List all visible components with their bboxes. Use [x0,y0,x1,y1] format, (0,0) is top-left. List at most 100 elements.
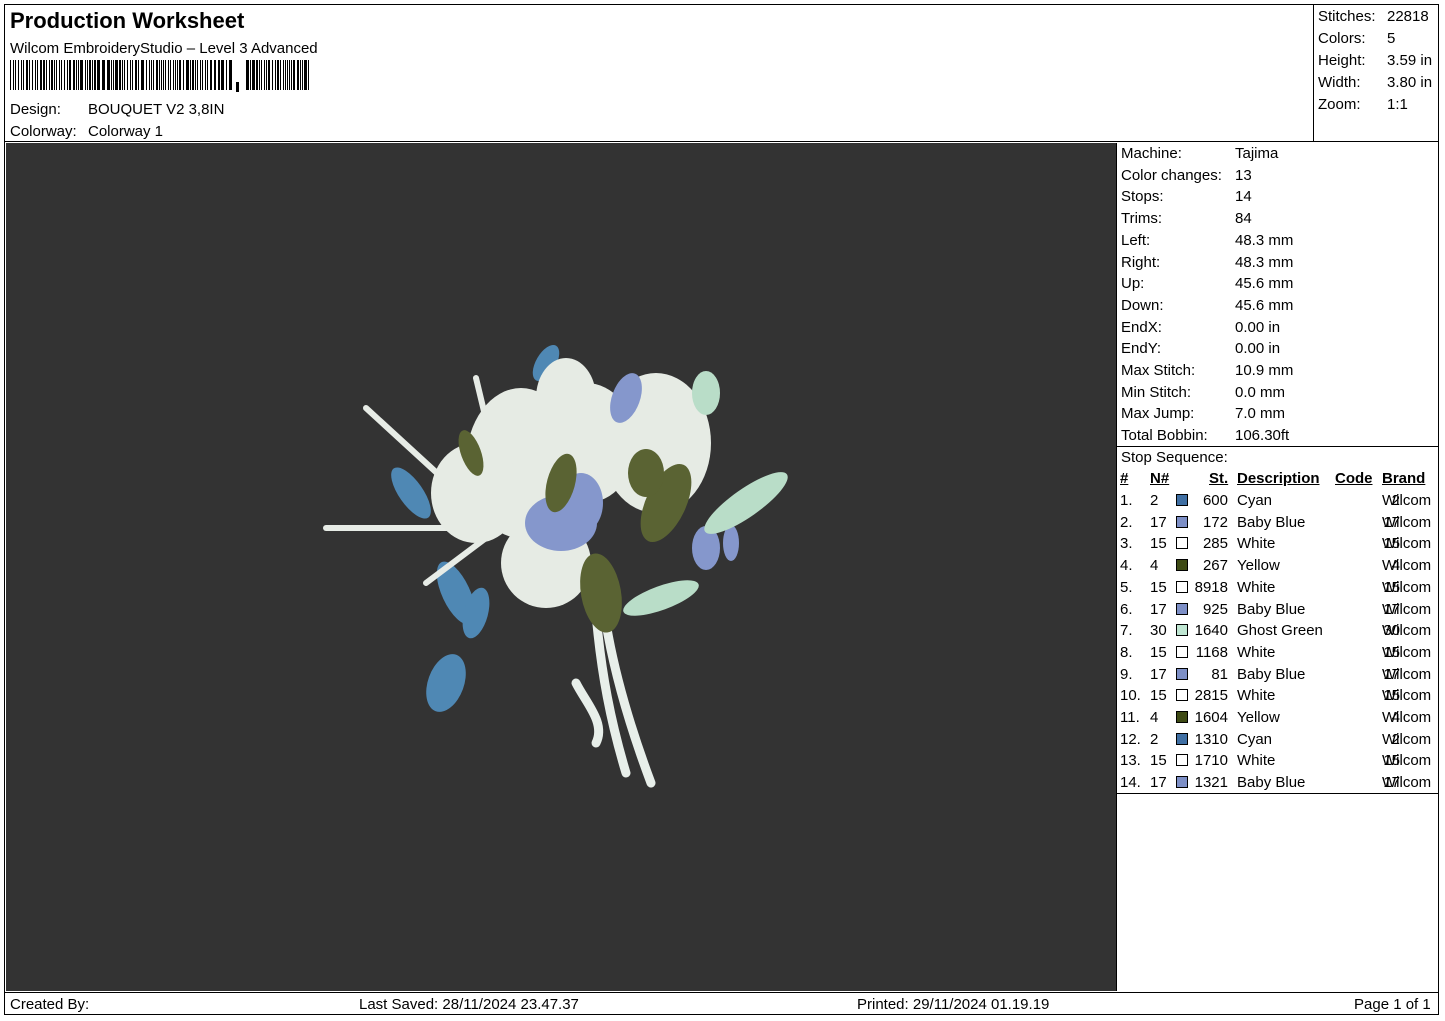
stat-label: Stitches: [1318,8,1376,25]
stop-index: 9. [1120,665,1133,683]
machine-info-row: Down: 45.6 mm [1121,297,1293,314]
machine-info-value: 48.3 mm [1235,231,1294,249]
table-row: 5. 15 8918 White 15 Wilcom [1116,579,1439,601]
table-row: 8. 15 1168 White 15 Wilcom [1116,644,1439,666]
thread-brand: Wilcom [1382,578,1432,596]
machine-info-value: 0.00 in [1235,318,1281,336]
machine-info-row: EndX: 0.00 in [1121,319,1280,336]
color-swatch [1176,494,1188,506]
machine-info-row: Trims: 84 [1121,210,1252,227]
machine-info-value: 14 [1235,188,1252,206]
stitch-count: 1310 [1194,730,1228,748]
stat-row: Zoom: 1:1 [1318,96,1408,113]
stat-label: Zoom: [1318,96,1361,113]
table-row: 11. 4 1604 Yellow 4 Wilcom [1116,709,1439,731]
machine-info-label: EndX: [1121,318,1162,336]
thread-brand: Wilcom [1382,665,1432,683]
machine-info-value: 106.30ft [1235,427,1290,445]
machine-info-label: Total Bobbin: [1121,427,1208,445]
machine-info-value: 45.6 mm [1235,296,1294,314]
stop-index: 6. [1120,600,1133,618]
machine-info-label: Stops: [1121,188,1164,206]
thread-description: Baby Blue [1237,665,1306,683]
header-divider [4,141,1439,142]
thread-description: Baby Blue [1237,600,1306,618]
machine-info-label: Max Stitch: [1121,362,1196,379]
stop-index: 14. [1120,774,1141,792]
machine-info-row: Color changes: 13 [1121,167,1252,184]
stitch-count: 1168 [1195,643,1228,661]
thread-description: Yellow [1237,709,1280,726]
page-title: Production Worksheet [10,8,245,33]
thread-description: Yellow [1237,557,1280,575]
stat-label: Colors: [1318,30,1366,47]
design-preview-canvas[interactable] [6,143,1116,991]
machine-info-row: Up: 45.6 mm [1121,275,1293,292]
color-swatch [1176,580,1188,593]
machine-info-row: Max Jump: 7.0 mm [1121,405,1285,422]
stat-row: Colors: 5 [1318,30,1395,47]
machine-info-label: EndY: [1121,340,1162,358]
thread-brand: Wilcom [1382,730,1432,748]
stop-index: 5. [1120,578,1133,596]
stop-sequence-title: Stop Sequence: [1121,449,1228,466]
last-saved: Last Saved: 28/11/2024 23.47.37 [359,996,579,1013]
machine-info-label: Color changes: [1121,166,1222,184]
table-row: 6. 17 925 Baby Blue 17 Wilcom [1116,601,1439,623]
machine-info-label: Left: [1121,231,1151,249]
stop-index: 4. [1120,557,1133,575]
machine-info-row: EndY: 0.00 in [1121,340,1280,357]
color-swatch [1176,754,1188,767]
color-swatch [1176,515,1188,528]
thread-brand: Wilcom [1382,557,1432,575]
colorway-label: Colorway: [10,123,77,140]
machine-info-row: Total Bobbin: 106.30ft [1121,427,1289,444]
stitch-count: 600 [1202,492,1228,509]
machine-info-value: 7.0 mm [1235,405,1286,423]
stop-index: 8. [1120,643,1133,661]
stitch-count: 285 [1202,535,1228,553]
stat-value: 1:1 [1387,96,1408,113]
color-swatch [1176,776,1188,789]
stat-row: Width: 3.80 in [1318,74,1432,91]
table-row: 4. 4 267 Yellow 4 Wilcom [1116,557,1439,579]
thread-description: Cyan [1237,730,1273,748]
machine-info-label: Right: [1121,253,1161,271]
color-swatch [1176,667,1188,680]
stat-row: Height: 3.59 in [1318,52,1432,69]
machine-info-label: Min Stitch: [1121,383,1192,401]
color-swatch [1176,559,1188,572]
needle-number: 17 [1150,665,1167,683]
machine-info-value: 0.0 mm [1235,383,1286,401]
stitch-count: 1604 [1194,709,1228,726]
footer-divider [4,992,1439,993]
color-swatch [1176,624,1188,637]
stitch-count: 267 [1202,557,1228,575]
stop-index: 10. [1120,687,1141,705]
design-label: Design: [10,101,61,118]
needle-number: 17 [1150,600,1167,618]
thread-brand: Wilcom [1382,513,1432,531]
thread-description: Baby Blue [1237,774,1306,792]
machine-info-value: 48.3 mm [1235,253,1294,271]
machine-info-value: 84 [1235,210,1252,228]
table-row: 3. 15 285 White 15 Wilcom [1116,535,1439,557]
thread-description: White [1237,752,1276,770]
needle-number: 4 [1150,557,1159,575]
created-by: Created By: [10,996,90,1013]
machine-info-row: Stops: 14 [1121,188,1252,205]
color-swatch [1176,645,1188,658]
col-header-code: Code [1335,470,1373,487]
stat-label: Height: [1318,52,1366,69]
thread-brand: Wilcom [1382,752,1432,770]
col-header-stitches: St. [1209,470,1229,487]
stop-index: 7. [1120,622,1133,640]
thread-brand: Wilcom [1382,600,1432,618]
stop-index: 2. [1120,513,1133,531]
stat-value: 5 [1387,30,1396,47]
table-row: 9. 17 81 Baby Blue 17 Wilcom [1116,666,1439,688]
col-header-brand: Brand [1382,470,1426,487]
needle-number: 15 [1150,752,1167,770]
stitch-count: 8918 [1194,578,1228,596]
barcode-icon [10,60,309,92]
